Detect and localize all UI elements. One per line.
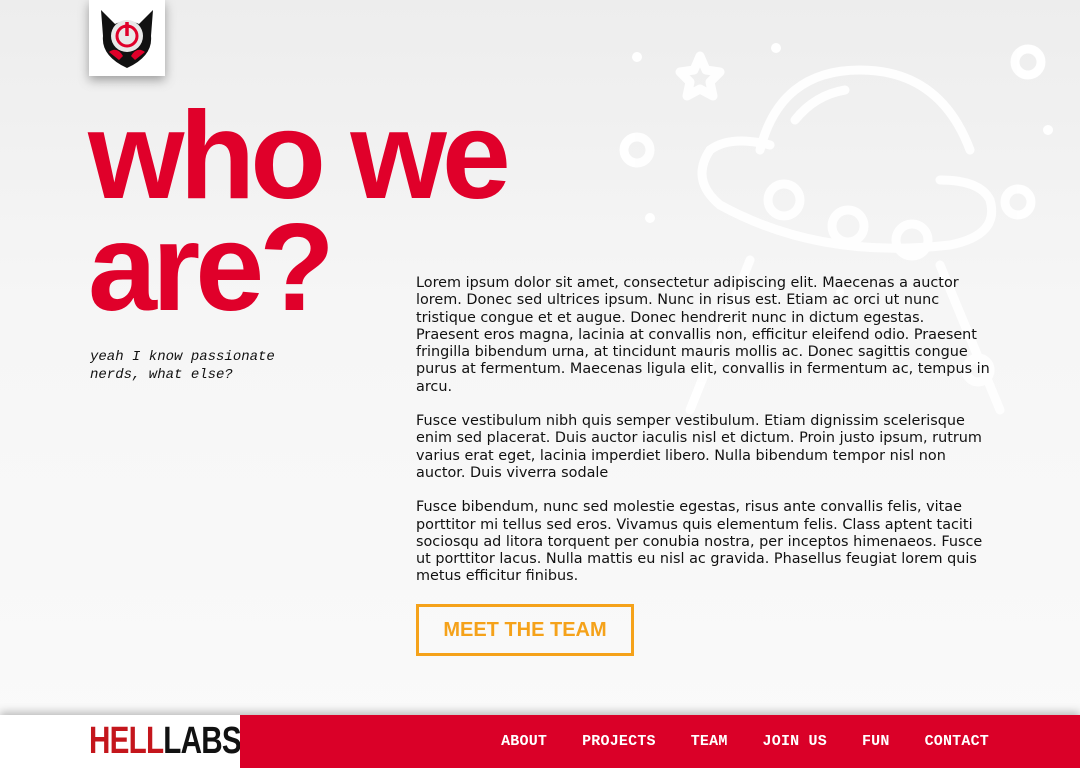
nav-item-fun[interactable]: FUN bbox=[862, 733, 890, 750]
page-title-line-2: are? bbox=[88, 199, 335, 337]
brand-logo-link[interactable]: HELLLABS bbox=[89, 720, 242, 762]
page-subtitle: yeah I know passionate nerds, what else? bbox=[90, 348, 310, 384]
about-paragraph-3: Fusce bibendum, nunc sed molestie egesta… bbox=[416, 499, 983, 585]
subtitle-line-1: yeah I know passionate bbox=[90, 349, 275, 365]
subtitle-line-2: nerds, what else? bbox=[90, 367, 233, 383]
about-paragraph-2: Fusce vestibulum nibh quis semper vestib… bbox=[416, 413, 982, 481]
nav-area: ABOUT PROJECTS TEAM JOIN US FUN CONTACT bbox=[240, 715, 1080, 768]
nav-item-join-us[interactable]: JOIN US bbox=[763, 733, 827, 750]
brand-labs-text: LABS bbox=[163, 720, 241, 762]
about-paragraph-1: Lorem ipsum dolor sit amet, consectetur … bbox=[416, 275, 990, 395]
nav-item-team[interactable]: TEAM bbox=[691, 733, 728, 750]
nav-item-contact[interactable]: CONTACT bbox=[925, 733, 989, 750]
nav-item-projects[interactable]: PROJECTS bbox=[582, 733, 656, 750]
devil-power-logo-icon bbox=[101, 10, 153, 68]
main-nav: ABOUT PROJECTS TEAM JOIN US FUN CONTACT bbox=[501, 715, 989, 768]
meet-the-team-button[interactable]: MEET THE TEAM bbox=[416, 604, 634, 656]
nav-item-about[interactable]: ABOUT bbox=[501, 733, 547, 750]
footer-nav-bar: HELLLABS ABOUT PROJECTS TEAM JOIN US FUN… bbox=[0, 715, 1080, 768]
brand-area: HELLLABS bbox=[0, 715, 242, 768]
brand-hell-text: HELL bbox=[89, 720, 164, 762]
about-text: Lorem ipsum dolor sit amet, consectetur … bbox=[416, 275, 991, 603]
logo-link[interactable] bbox=[89, 0, 165, 76]
